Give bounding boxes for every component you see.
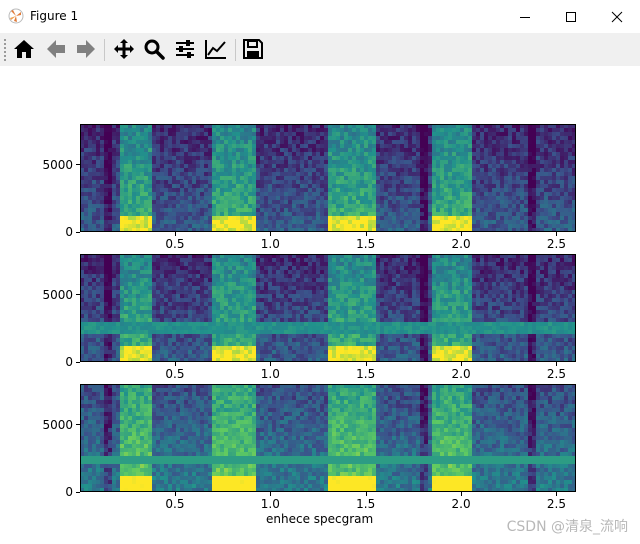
x-tick-mark	[174, 232, 176, 236]
pan-button[interactable]	[112, 37, 136, 61]
save-icon	[243, 39, 263, 59]
forward-arrow-icon	[77, 40, 95, 58]
back-arrow-icon	[47, 40, 65, 58]
toolbar-grip[interactable]	[4, 39, 6, 61]
toolbar-separator	[235, 39, 236, 61]
y-tick-label: 0	[65, 225, 73, 239]
toolbar-separator	[104, 39, 105, 61]
x-tick-label: 2.5	[546, 237, 567, 251]
x-tick-mark	[270, 232, 272, 236]
minimize-button[interactable]	[502, 0, 548, 33]
zoom-icon	[144, 39, 165, 60]
navigation-toolbar	[0, 33, 640, 67]
x-tick-label: 0.5	[165, 237, 185, 251]
minimize-icon	[520, 16, 530, 18]
home-button[interactable]	[12, 37, 36, 61]
close-icon	[611, 11, 623, 22]
window-title: Figure 1	[30, 9, 79, 23]
x-tick-label: 1.0	[260, 237, 280, 251]
move-icon	[114, 39, 134, 59]
back-button[interactable]	[44, 37, 68, 61]
y-tick-label: 5000	[42, 157, 73, 172]
zoom-button[interactable]	[142, 37, 166, 61]
sliders-icon	[176, 40, 194, 58]
figure-canvas[interactable]: 0 5000 0.5 1.0 1.5 2.0 2.5 0 5000 0.5 1.0 1.5 2.0 2.5…	[0, 66, 640, 544]
forward-button[interactable]	[74, 37, 98, 61]
home-icon	[14, 40, 34, 58]
x-tick-mark	[556, 232, 558, 236]
x-tick-label: 2.0	[451, 237, 471, 251]
matplotlib-app-icon	[8, 8, 24, 24]
maximize-icon	[566, 11, 576, 22]
title-bar: Figure 1	[0, 0, 640, 33]
y-tick-mark	[76, 164, 80, 165]
edit-axes-button[interactable]	[204, 37, 228, 61]
x-tick-mark	[461, 232, 463, 236]
x-tick-label: 1.5	[356, 237, 376, 251]
y-tick-mark	[76, 231, 80, 233]
configure-subplots-button[interactable]	[173, 37, 197, 61]
save-button[interactable]	[241, 37, 265, 61]
x-tick-mark	[365, 232, 367, 236]
axes-frame-1	[80, 124, 576, 232]
line-chart-icon	[205, 40, 226, 59]
maximize-button[interactable]	[548, 0, 594, 33]
close-button[interactable]	[594, 0, 640, 33]
